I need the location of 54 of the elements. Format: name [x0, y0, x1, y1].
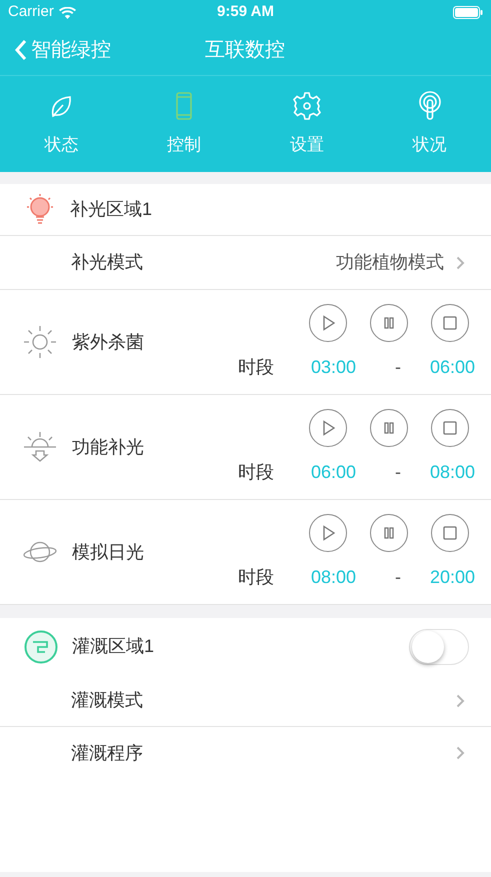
row-label: 灌溉模式 — [71, 689, 143, 712]
chevron-icon — [456, 694, 465, 708]
period-label: 时段 — [238, 356, 274, 378]
stop-icon — [442, 314, 458, 330]
back-button[interactable]: 智能绿控 — [0, 35, 111, 65]
period-label: 时段 — [238, 460, 274, 484]
schedule-name: 模拟日光 — [72, 540, 144, 564]
time-separator: - — [394, 460, 402, 484]
light-bulb-icon — [24, 192, 56, 226]
menu-row[interactable]: 灌溉模式 — [0, 675, 491, 727]
pause-button[interactable] — [370, 408, 408, 446]
start-time[interactable]: 06:00 — [310, 458, 366, 486]
clock-label: 9:59 AM — [217, 2, 274, 22]
play-button[interactable] — [309, 514, 347, 552]
row-label: 灌溉程序 — [71, 742, 143, 764]
period-label: 时段 — [238, 566, 274, 588]
toggle-switch[interactable] — [409, 628, 469, 664]
mode-value: 功能植物模式 — [336, 251, 444, 274]
schedule-name: 功能补光 — [72, 436, 144, 458]
schedule-name: 紫外杀菌 — [72, 330, 144, 354]
time-separator: - — [394, 566, 402, 588]
menu-row[interactable]: 灌溉程序 — [0, 727, 491, 779]
tab[interactable]: 状况 — [368, 76, 491, 172]
pause-button[interactable] — [370, 514, 408, 552]
pause-button[interactable] — [370, 304, 408, 342]
stop-button[interactable] — [431, 514, 469, 552]
play-button[interactable] — [309, 304, 347, 342]
stop-button[interactable] — [431, 408, 469, 446]
tab[interactable]: 状态 — [0, 76, 123, 172]
gear-icon — [292, 90, 321, 122]
page-title: 互联数控 — [205, 38, 285, 63]
play-button[interactable] — [309, 408, 347, 446]
zone-title: 灌溉区域1 — [72, 635, 154, 658]
back-chevron-icon — [14, 39, 27, 61]
tab[interactable]: 设置 — [246, 76, 368, 172]
chevron-icon — [456, 256, 465, 270]
start-time[interactable]: 08:00 — [310, 564, 366, 590]
mode-row[interactable]: 补光模式 功能植物模式 — [0, 236, 491, 290]
tab[interactable]: 控制 — [122, 76, 246, 172]
mode-label: 补光模式 — [71, 251, 143, 274]
stop-icon — [442, 420, 458, 436]
stop-icon — [442, 524, 458, 540]
sun-icon — [22, 324, 58, 360]
stop-button[interactable] — [431, 304, 469, 342]
end-time[interactable]: 06:00 — [430, 354, 475, 380]
end-time[interactable]: 20:00 — [430, 564, 475, 590]
battery-icon — [453, 6, 483, 19]
carrier-label: Carrier — [8, 2, 54, 22]
end-time[interactable]: 08:00 — [430, 458, 475, 486]
time-separator: - — [394, 356, 402, 378]
zone-title: 补光区域1 — [70, 198, 152, 221]
start-time[interactable]: 03:00 — [310, 354, 366, 380]
chevron-icon — [456, 746, 465, 760]
wifi-icon — [58, 6, 76, 18]
